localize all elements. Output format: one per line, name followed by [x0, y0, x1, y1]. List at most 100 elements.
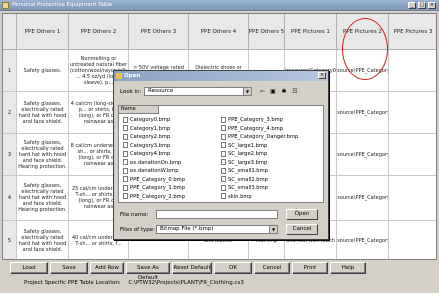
- file-list-item[interactable]: SC_small1.bmp: [221, 167, 268, 175]
- file-list-item[interactable]: PPE_Category_0.bmp: [123, 176, 185, 184]
- load-button[interactable]: Load: [10, 262, 48, 274]
- grid-cell[interactable]: [389, 50, 436, 92]
- file-list-item[interactable]: PPE_Category_3.bmp: [221, 116, 283, 124]
- close-icon[interactable]: ×: [318, 72, 326, 79]
- ok-button[interactable]: OK: [214, 262, 252, 274]
- header-cell[interactable]: PPE Pictures 1: [285, 14, 337, 50]
- grid-cell[interactable]: Safety glasses.: [17, 50, 69, 92]
- cancel-button[interactable]: Cancel: [254, 262, 290, 274]
- header-cell[interactable]: PPE Others 3: [129, 14, 189, 50]
- bitmap-file-icon: [221, 125, 226, 131]
- window-title: Personal Protective Equipment Table: [12, 2, 113, 8]
- reset-default-button[interactable]: Reset Default: [172, 262, 212, 274]
- grid-cell[interactable]: [389, 221, 436, 259]
- save-as-default-button[interactable]: Save As Default: [126, 262, 170, 281]
- file-name: PPE_Category_3.bmp: [228, 117, 284, 123]
- file-name: Category1.bmp: [130, 125, 171, 132]
- cancel-button[interactable]: Cancel: [286, 224, 318, 235]
- file-list-item[interactable]: PPE_Category_4.bmp: [221, 125, 283, 133]
- row-number: 5: [3, 221, 17, 259]
- look-in-value: Resource: [148, 88, 174, 94]
- files-of-type-select[interactable]: Bitmap File (*.bmp) ▼: [156, 225, 278, 234]
- file-list-item[interactable]: PPE_Category_2.bmp: [123, 193, 185, 201]
- open-button[interactable]: Open: [286, 209, 318, 220]
- file-name: PPE_Category_2.bmp: [130, 193, 186, 200]
- grid-cell[interactable]: ..\bin\Resource\PPE_Category_3.bmp: [337, 176, 389, 221]
- grid-cell[interactable]: Safety glasses, electrically rated hard …: [17, 176, 69, 221]
- footer: Project Specific PPE Table Location: C:\…: [24, 280, 244, 286]
- maximize-icon[interactable]: □: [418, 2, 426, 9]
- bitmap-file-icon: [123, 184, 128, 191]
- file-list-item[interactable]: ex.danationW.bmp: [123, 167, 179, 175]
- grid-cell[interactable]: ..\bin\Resource\PPE_Category_4.bmp: [337, 221, 389, 259]
- view-menu-icon[interactable]: ☷: [291, 88, 299, 96]
- row-number: 4: [3, 176, 17, 221]
- add-row-button[interactable]: Add Row: [90, 262, 124, 274]
- file-list-item[interactable]: SC_small3.bmp: [221, 184, 268, 192]
- back-icon[interactable]: ⇦: [258, 88, 266, 96]
- row-number: 1: [3, 50, 17, 92]
- file-list-item[interactable]: PPE_Category_Danger.bmp: [221, 133, 298, 141]
- print-button[interactable]: Print: [292, 262, 328, 274]
- bitmap-file-icon: [123, 167, 128, 174]
- grid-cell[interactable]: Safety glasses, electrically rated hard …: [17, 134, 69, 176]
- grid-cell[interactable]: ..\bin\Resource\PPE_Category_2.bmp: [337, 134, 389, 176]
- grid-cell[interactable]: ..\bin\Resource\PPE_Category_1.bmp: [337, 92, 389, 134]
- file-list-item[interactable]: skin.bmp: [221, 193, 252, 201]
- file-list-item[interactable]: Category1.bmp: [123, 125, 170, 133]
- row-number: 2: [3, 92, 17, 134]
- header-cell[interactable]: PPE Others 2: [69, 14, 129, 50]
- file-list-item[interactable]: PPE_Category_1.bmp: [123, 184, 185, 192]
- header-cell[interactable]: PPE Others 5: [249, 14, 285, 50]
- grid-cell[interactable]: [389, 134, 436, 176]
- bitmap-file-icon: [221, 176, 226, 182]
- files-of-type-value: Bitmap File (*.bmp): [160, 226, 214, 232]
- header-cell[interactable]: PPE Others 1: [17, 14, 69, 50]
- bitmap-file-icon: [123, 116, 128, 123]
- file-list-item[interactable]: Category3.bmp: [123, 142, 170, 150]
- dialog-title: Open: [124, 73, 141, 79]
- minimize-icon[interactable]: _: [408, 2, 416, 9]
- chevron-down-icon[interactable]: ▼: [243, 88, 251, 95]
- close-icon[interactable]: ×: [428, 2, 436, 9]
- file-list[interactable]: Name Category0.bmp Category1.bmp Category2…: [118, 105, 324, 203]
- file-list-item[interactable]: SC_small2.bmp: [221, 176, 268, 184]
- file-name-input[interactable]: [156, 210, 278, 219]
- file-name: SC_small3.bmp: [228, 185, 268, 191]
- grid-cell[interactable]: Safety glasses, electrically rated hard …: [17, 92, 69, 134]
- app-icon: [2, 2, 9, 9]
- header-cell[interactable]: PPE Others 4: [189, 14, 249, 50]
- file-name: SC_large2.bmp: [228, 151, 268, 157]
- name-column-header[interactable]: Name: [119, 106, 159, 114]
- file-name: PPE_Category_1.bmp: [130, 185, 186, 191]
- page: Personal Protective Equipment Table _ □ …: [0, 0, 439, 293]
- footer-label: Project Specific PPE Table Location:: [24, 280, 121, 286]
- file-name: Category4.bmp: [130, 151, 171, 157]
- new-folder-icon[interactable]: ✱: [280, 88, 288, 96]
- save-button[interactable]: Save: [50, 262, 88, 274]
- grid-cell[interactable]: [389, 92, 436, 134]
- up-folder-icon[interactable]: ▣: [269, 88, 277, 96]
- file-list-item[interactable]: Category4.bmp: [123, 150, 170, 158]
- bitmap-file-icon: [221, 142, 226, 148]
- bitmap-file-icon: [123, 176, 128, 182]
- file-list-item[interactable]: Category0.bmp: [123, 116, 170, 124]
- file-list-item[interactable]: Category2.bmp: [123, 133, 170, 141]
- file-name: Category0.bmp: [130, 117, 171, 123]
- file-name: SC_large3.bmp: [228, 159, 268, 166]
- dialog-titlebar: Open ×: [114, 71, 328, 81]
- grid-cell[interactable]: [389, 176, 436, 221]
- button-bar: Load Save Add Row Save As Default Reset …: [0, 262, 439, 281]
- file-list-item[interactable]: SC_large2.bmp: [221, 150, 267, 158]
- bitmap-file-icon: [123, 159, 128, 165]
- chevron-down-icon[interactable]: ▼: [269, 226, 277, 233]
- header-cell[interactable]: PPE Pictures 3: [389, 14, 436, 50]
- grid-cell[interactable]: Safety glasses, electrically rated hard …: [17, 221, 69, 259]
- help-button[interactable]: Help: [330, 262, 366, 274]
- row-number: 3: [3, 134, 17, 176]
- file-name-label: File name:: [120, 212, 149, 218]
- look-in-combo[interactable]: Resource ▼: [144, 87, 252, 96]
- file-list-item[interactable]: SC_large1.bmp: [221, 142, 267, 150]
- file-list-item[interactable]: SC_large3.bmp: [221, 159, 267, 167]
- file-list-item[interactable]: ex.danationOn.bmp: [123, 159, 181, 167]
